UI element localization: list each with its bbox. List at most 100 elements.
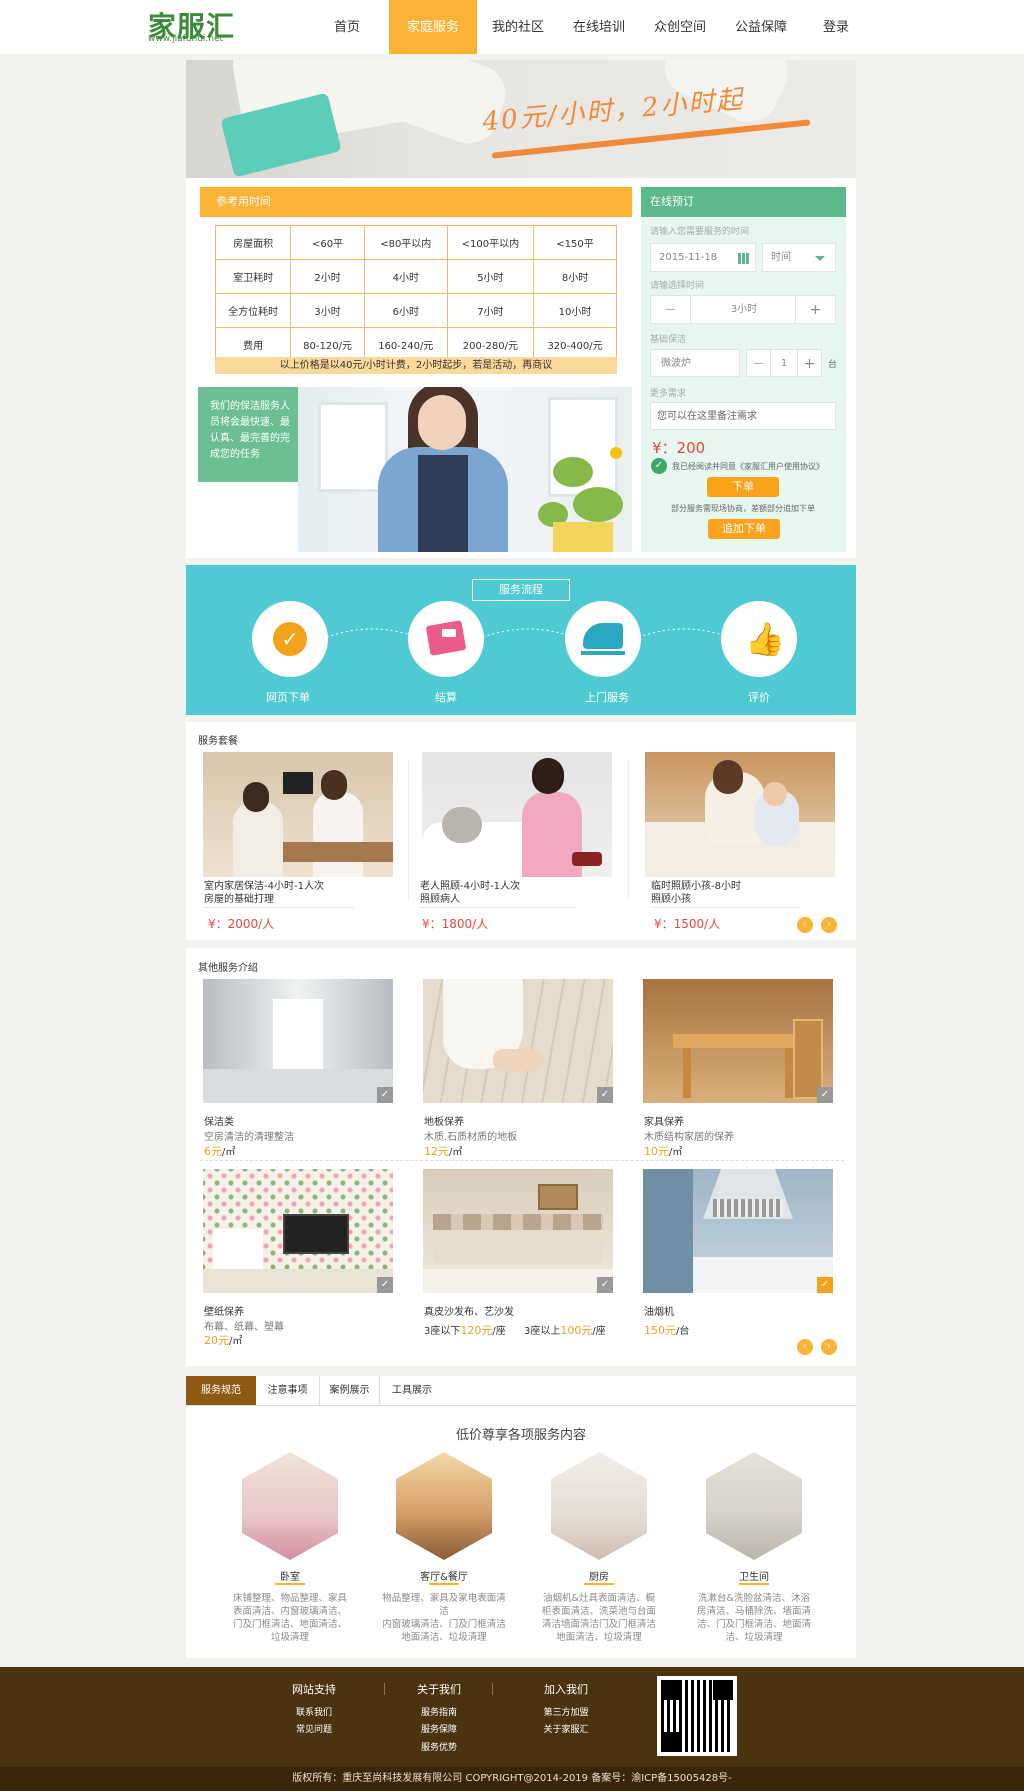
footer-link[interactable]: 服务指南 xyxy=(394,1705,484,1718)
footer-col-title: 加入我们 xyxy=(544,1683,588,1696)
check-icon[interactable]: ✓ xyxy=(377,1087,393,1103)
date-input[interactable]: 2015-11-18 xyxy=(650,243,756,272)
room-name: 厨房 xyxy=(589,1572,609,1583)
table-row: 室卫耗时 2小时 4小时 5小时 8小时 xyxy=(214,259,617,294)
footer-link[interactable]: 第三方加盟 xyxy=(521,1705,611,1718)
service-image[interactable] xyxy=(643,1169,833,1293)
check-icon[interactable]: ✓ xyxy=(817,1277,833,1293)
other-services-title: 其他服务介绍 xyxy=(198,963,258,974)
service-image[interactable] xyxy=(423,979,613,1103)
room-desc: 洗漱台&洗脸盆清洁、沐浴 房清洁、马桶除洗、墙面清 洁、门及门框清洁、地面清 洁、垃圾… xyxy=(696,1593,811,1643)
table-cell: 2小时 xyxy=(290,259,365,294)
nav-home[interactable]: 首页 xyxy=(316,0,378,54)
nav-training[interactable]: 在线培训 xyxy=(568,0,630,54)
service-image[interactable] xyxy=(203,979,393,1103)
check-icon[interactable]: ✓ xyxy=(597,1087,613,1103)
check-icon[interactable]: ✓ xyxy=(377,1277,393,1293)
duration-value: 3小时 xyxy=(730,304,758,315)
service-price: 12元/㎡ xyxy=(424,1145,463,1158)
next-arrow-icon[interactable]: › xyxy=(821,1339,837,1355)
packages-title: 服务套餐 xyxy=(198,736,238,747)
service-image[interactable] xyxy=(423,1169,613,1293)
cleaner-photo xyxy=(298,387,632,552)
plus-button[interactable]: + xyxy=(795,296,835,324)
footer-link[interactable]: 关于家服汇 xyxy=(521,1722,611,1735)
package-price: ¥：1800/人 xyxy=(422,917,489,931)
table-cell: <150平 xyxy=(533,225,617,260)
prev-arrow-icon[interactable]: ‹ xyxy=(797,917,813,933)
package-desc: 照顾病人 xyxy=(420,894,460,905)
service-price: 20元/㎡ xyxy=(204,1334,243,1347)
agree-checkbox[interactable]: ✓ xyxy=(651,458,667,474)
service-name: 真皮沙发布、艺沙发 xyxy=(424,1307,514,1318)
service-desc: 布幕、纸幕、塑幕 xyxy=(204,1322,284,1333)
qty-value: 1 xyxy=(780,358,788,369)
table-cell: <80平以内 xyxy=(363,225,448,260)
order-button[interactable]: 下单 xyxy=(707,477,779,497)
package-price: ¥：2000/人 xyxy=(208,917,275,931)
tab-service-spec[interactable]: 服务规范 xyxy=(186,1376,256,1405)
check-icon[interactable]: ✓ xyxy=(817,1087,833,1103)
package-image[interactable] xyxy=(422,752,612,877)
iron-icon xyxy=(583,623,623,649)
footer-col-title: 关于我们 xyxy=(417,1683,461,1696)
service-desc: 空房清洁的清理整洁 xyxy=(204,1132,294,1143)
nav-login[interactable]: 登录 xyxy=(812,0,860,54)
step-label: 评价 xyxy=(748,691,770,704)
qty-stepper[interactable]: — 1 + xyxy=(746,349,822,378)
tab-cases[interactable]: 案例展示 xyxy=(320,1376,380,1405)
time-select[interactable]: 时间 xyxy=(762,243,836,272)
check-icon[interactable]: ✓ xyxy=(597,1277,613,1293)
more-needs-label: 更多需求 xyxy=(650,389,687,399)
unit-label: 台 xyxy=(828,360,838,370)
nav-welfare[interactable]: 公益保障 xyxy=(730,0,792,54)
qty-plus-button[interactable]: + xyxy=(797,350,821,378)
table-cell: 10小时 xyxy=(533,293,617,328)
package-image[interactable] xyxy=(645,752,835,877)
service-desc: 木质.石质材质的地板 xyxy=(424,1132,518,1143)
service-name: 壁纸保养 xyxy=(204,1307,244,1318)
service-name: 家具保养 xyxy=(644,1117,684,1128)
nav-maker-space[interactable]: 众创空间 xyxy=(649,0,711,54)
nav-family-service[interactable]: 家庭服务 xyxy=(389,0,477,54)
remark-input[interactable]: 您可以在这里备注需求 xyxy=(650,402,836,430)
room-desc: 床铺整理、物品整理、家具 表面清洁、内窗玻璃清洁、 门及门框清洁、地面清洁、 垃圾清理 xyxy=(232,1593,347,1643)
service-image[interactable] xyxy=(643,979,833,1103)
basic-clean-label: 基础保洁 xyxy=(650,335,687,345)
duration-stepper[interactable]: — 3小时 + xyxy=(650,295,836,324)
next-arrow-icon[interactable]: › xyxy=(821,917,837,933)
add-order-button[interactable]: 追加下单 xyxy=(708,519,780,539)
footer-link[interactable]: 常见问题 xyxy=(269,1722,359,1735)
thumbs-up-icon: 👍 xyxy=(745,620,785,658)
check-icon: ✓ xyxy=(273,622,307,656)
top-header: 家服汇 www.jiafuhui.net 首页 家庭服务 我的社区 在线培训 众… xyxy=(0,0,1024,54)
date-label: 请输入您需要服务的时间 xyxy=(650,227,750,237)
package-desc: 照顾小孩 xyxy=(651,894,691,905)
footer-col-title: 网站支持 xyxy=(292,1683,336,1696)
step-onsite xyxy=(565,601,641,677)
package-image[interactable] xyxy=(203,752,393,877)
package-price: ¥：1500/人 xyxy=(654,917,721,931)
qty-minus-button[interactable]: — xyxy=(747,350,771,378)
footer-link[interactable]: 服务优势 xyxy=(394,1740,484,1753)
room-name: 卧室 xyxy=(280,1572,300,1583)
step-settle xyxy=(408,601,484,677)
minus-button[interactable]: — xyxy=(651,296,691,324)
appliance-select[interactable]: 微波炉 xyxy=(650,349,740,377)
date-value: 2015-11-18 xyxy=(659,252,718,263)
agree-text[interactable]: 我已经阅读并同意《家服汇用户使用协议》 xyxy=(672,461,824,472)
service-image[interactable] xyxy=(203,1169,393,1293)
service-desc: 木质结构家居的保养 xyxy=(644,1132,734,1143)
promo-box: 我们的保洁服务人员将会最快速、最认真、最完善的完成您的任务 xyxy=(198,387,298,482)
step-review: 👍 xyxy=(721,601,797,677)
footer-link[interactable]: 联系我们 xyxy=(269,1705,359,1718)
time-placeholder: 时间 xyxy=(771,252,791,263)
tab-notes[interactable]: 注意事项 xyxy=(256,1376,320,1405)
tab-tools[interactable]: 工具展示 xyxy=(380,1376,444,1405)
calendar-icon[interactable] xyxy=(738,253,749,264)
footer-link[interactable]: 服务保障 xyxy=(394,1722,484,1735)
nav-community[interactable]: 我的社区 xyxy=(487,0,549,54)
hero-banner: 40元/小时，2小时起 xyxy=(186,60,856,178)
prev-arrow-icon[interactable]: ‹ xyxy=(797,1339,813,1355)
table-cell: 6小时 xyxy=(363,293,448,328)
